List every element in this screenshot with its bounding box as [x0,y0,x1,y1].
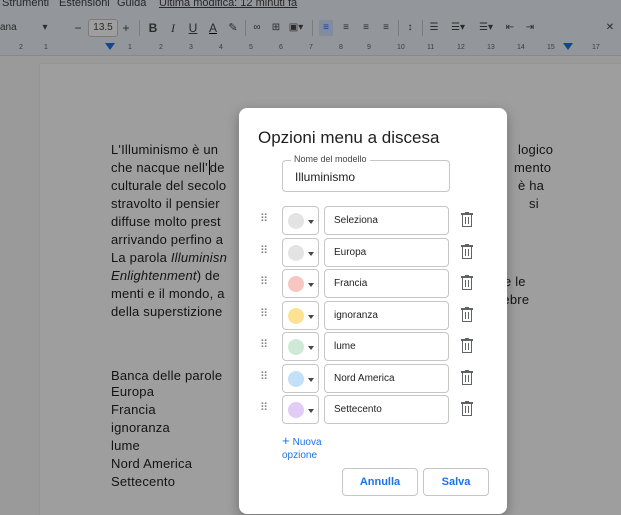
template-name-label: Nome del modello [291,154,370,164]
color-swatch [288,276,304,292]
option-input[interactable]: Seleziona [324,206,449,235]
option-color-picker[interactable] [282,238,319,267]
option-input[interactable]: Settecento [324,395,449,424]
dialog-title: Opzioni menu a discesa [258,128,440,147]
drag-handle-icon[interactable]: ⠿ [259,245,269,257]
trash-icon[interactable] [461,370,473,385]
dropdown-options-dialog: Opzioni menu a discesa Nome del modello … [239,108,507,514]
drag-handle-icon[interactable]: ⠿ [259,276,269,288]
template-name-field[interactable]: Nome del modello Illuminismo [282,154,450,192]
option-input[interactable]: ignoranza [324,301,449,330]
option-color-picker[interactable] [282,301,319,330]
trash-icon[interactable] [461,401,473,416]
option-row: ⠿ Francia [259,269,485,299]
drag-handle-icon[interactable]: ⠿ [259,402,269,414]
color-swatch [288,308,304,324]
option-input[interactable]: lume [324,332,449,361]
chevron-down-icon [308,378,314,382]
color-swatch [288,371,304,387]
trash-icon[interactable] [461,307,473,322]
option-color-picker[interactable] [282,395,319,424]
option-color-picker[interactable] [282,332,319,361]
drag-handle-icon[interactable]: ⠿ [259,308,269,320]
trash-icon[interactable] [461,338,473,353]
trash-icon[interactable] [461,275,473,290]
trash-icon[interactable] [461,244,473,259]
chevron-down-icon [308,283,314,287]
chevron-down-icon [308,409,314,413]
template-name-value: Illuminismo [295,170,356,184]
drag-handle-icon[interactable]: ⠿ [259,339,269,351]
option-input[interactable]: Nord America [324,364,449,393]
chevron-down-icon [308,220,314,224]
chevron-down-icon [308,315,314,319]
option-row: ⠿ lume [259,332,485,362]
trash-icon[interactable] [461,212,473,227]
option-row: ⠿ ignoranza [259,301,485,331]
option-color-picker[interactable] [282,269,319,298]
color-swatch [288,213,304,229]
color-swatch [288,245,304,261]
option-color-picker[interactable] [282,206,319,235]
option-row: ⠿ Nord America [259,364,485,394]
option-input[interactable]: Europa [324,238,449,267]
drag-handle-icon[interactable]: ⠿ [259,213,269,225]
option-row: ⠿ Seleziona [259,206,485,236]
chevron-down-icon [308,346,314,350]
color-swatch [288,402,304,418]
save-button[interactable]: Salva [423,468,489,496]
option-color-picker[interactable] [282,364,319,393]
plus-icon: + [282,433,290,448]
color-swatch [288,339,304,355]
option-row: ⠿ Europa [259,238,485,268]
option-row: ⠿ Settecento [259,395,485,425]
option-input[interactable]: Francia [324,269,449,298]
drag-handle-icon[interactable]: ⠿ [259,371,269,383]
add-option-button[interactable]: + Nuova opzione [282,434,342,462]
cancel-button[interactable]: Annulla [342,468,418,496]
chevron-down-icon [308,252,314,256]
